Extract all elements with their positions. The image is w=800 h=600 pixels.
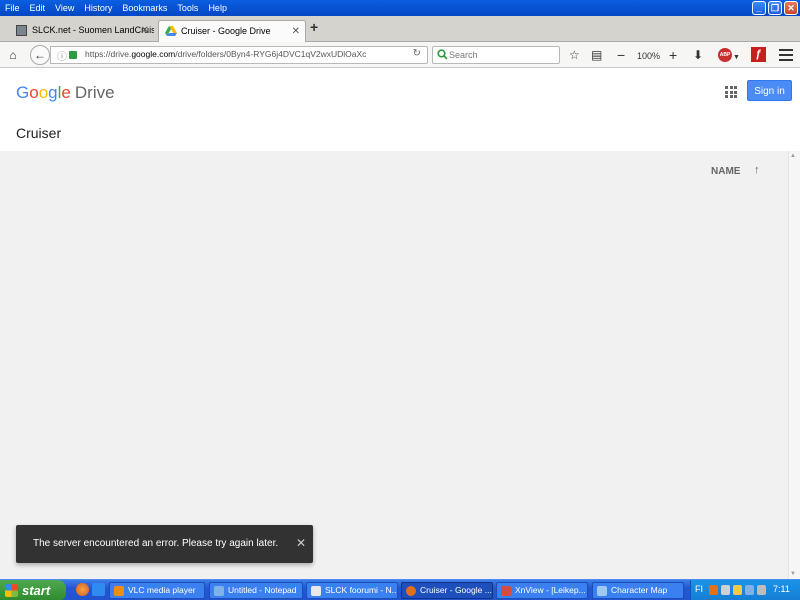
drive-header: Google Drive Sign in Cruiser [0,69,800,151]
close-icon[interactable]: ✕ [296,536,306,550]
scroll-down-icon[interactable]: ▼ [790,571,796,577]
title-bar: File Edit View History Bookmarks Tools H… [0,0,800,16]
character-map-icon [597,586,607,596]
sort-arrow-icon[interactable]: ↑ [754,164,760,176]
logo-letter: g [48,83,58,102]
url-bar[interactable]: ⓘ https://drive.google.com/drive/folders… [50,46,428,64]
toast-message: The server encountered an error. Please … [33,538,279,549]
zoom-out-button[interactable]: − [617,47,625,63]
reading-list-icon[interactable]: ▤ [591,47,602,63]
start-label: start [22,583,51,598]
search-input[interactable]: Search [432,46,560,64]
logo-letter: o [38,83,49,102]
page-content: Google Drive Sign in Cruiser NAME ↑ ▲ ▼ [0,69,800,579]
sort-by-name-button[interactable]: NAME [711,166,740,177]
google-drive-icon [165,26,177,36]
notepad-icon [214,586,224,596]
close-tab-icon[interactable]: ✕ [141,20,149,41]
url-domain: google.com [131,49,176,59]
lock-icon [69,51,77,59]
tab-title: SLCK.net - Suomen LandCruis... [32,25,154,35]
logo-letter: o [29,83,39,102]
bookmark-star-icon[interactable]: ☆ [569,47,580,63]
search-placeholder: Search [449,50,478,60]
url-text[interactable]: https://drive.google.com/drive/folders/0… [85,49,366,59]
taskbar-item-vlc[interactable]: VLC media player [109,582,205,599]
download-icon[interactable]: ⬇ [693,47,703,63]
firefox-quicklaunch-icon[interactable] [76,583,89,596]
tray-printer-icon[interactable] [757,585,766,595]
reload-icon[interactable]: ↻ [413,48,421,59]
adblock-plus-icon[interactable]: ABP [718,48,732,62]
windows-logo-icon [5,584,18,597]
start-button[interactable]: start [0,580,66,600]
tab-google-drive[interactable]: Cruiser - Google Drive ✕ [158,20,306,43]
taskbar-item-slck[interactable]: SLCK foorumi - N... [306,582,398,599]
tray-safely-remove-icon[interactable] [721,585,730,595]
menu-edit[interactable]: Edit [25,0,51,16]
xnview-icon [501,586,511,596]
taskbar: start VLC media player Untitled - Notepa… [0,579,800,600]
new-tab-button[interactable]: + [310,19,318,35]
close-window-button[interactable]: ✕ [784,1,798,15]
home-icon[interactable]: ⌂ [5,46,21,64]
task-label: XnView - [Leikep... [515,585,586,595]
tab-slck[interactable]: SLCK.net - Suomen LandCruis... ✕ [10,20,154,42]
menu-help[interactable]: Help [203,0,232,16]
taskbar-item-character-map[interactable]: Character Map [592,582,684,599]
logo-letter: e [61,83,71,102]
zoom-in-button[interactable]: + [669,47,677,63]
chevron-down-icon[interactable]: ▼ [733,50,740,66]
menu-bar: File Edit View History Bookmarks Tools H… [0,0,232,16]
zoom-level[interactable]: 100% [637,48,660,64]
navigation-toolbar: ⌂ ← ⓘ https://drive.google.com/drive/fol… [0,42,800,68]
taskbar-item-notepad[interactable]: Untitled - Notepad [209,582,303,599]
tab-title: Cruiser - Google Drive [181,26,271,36]
task-label: Untitled - Notepad [228,585,297,595]
system-tray: FI 7:11 [690,580,800,600]
close-tab-icon[interactable]: ✕ [292,21,300,42]
search-engine-icon [437,49,448,60]
restore-button[interactable]: ❐ [768,1,782,15]
vlc-icon [114,586,124,596]
info-icon[interactable]: ⓘ [57,48,67,63]
error-toast: The server encountered an error. Please … [16,525,313,563]
logo-letter: G [16,83,30,102]
menu-history[interactable]: History [79,0,117,16]
clock: 7:11 [773,584,790,594]
vertical-scrollbar[interactable]: ▲ ▼ [788,151,800,579]
task-label: Cruiser - Google ... [420,585,492,595]
menu-bookmarks[interactable]: Bookmarks [117,0,172,16]
tray-app-icon[interactable] [709,585,718,595]
internet-explorer-quicklaunch-icon[interactable] [92,583,105,596]
task-label: SLCK foorumi - N... [325,585,398,595]
url-path: /drive/folders/0Byn4-RYG6j4DVC1qV2wxUDlO… [175,49,367,59]
tray-volume-icon[interactable] [733,585,742,595]
flash-icon[interactable]: ƒ [751,47,766,62]
taskbar-item-xnview[interactable]: XnView - [Leikep... [496,582,588,599]
hamburger-menu-icon[interactable] [779,49,793,64]
taskbar-item-firefox[interactable]: Cruiser - Google ... [401,582,493,599]
menu-file[interactable]: File [0,0,25,16]
page-title: Cruiser [16,125,62,141]
tab-strip: SLCK.net - Suomen LandCruis... ✕ Cruiser… [0,16,800,43]
task-label: Character Map [611,585,668,595]
url-prefix: https://drive. [85,49,132,59]
scroll-up-icon[interactable]: ▲ [790,153,796,159]
firefox-icon [406,586,416,596]
back-arrow-icon[interactable]: ← [30,45,50,65]
menu-tools[interactable]: Tools [172,0,203,16]
sign-in-button[interactable]: Sign in [747,80,792,101]
document-icon [311,586,321,596]
google-drive-logo[interactable]: Google Drive [16,83,115,103]
tray-network-icon[interactable] [745,585,754,595]
menu-view[interactable]: View [50,0,79,16]
apps-grid-icon[interactable] [725,86,737,98]
logo-product: Drive [74,83,115,102]
site-favicon-icon [16,25,27,36]
language-indicator[interactable]: FI [695,584,703,594]
minimize-button[interactable]: _ [752,1,766,15]
task-label: VLC media player [128,585,196,595]
file-list-area: NAME ↑ [0,151,788,579]
